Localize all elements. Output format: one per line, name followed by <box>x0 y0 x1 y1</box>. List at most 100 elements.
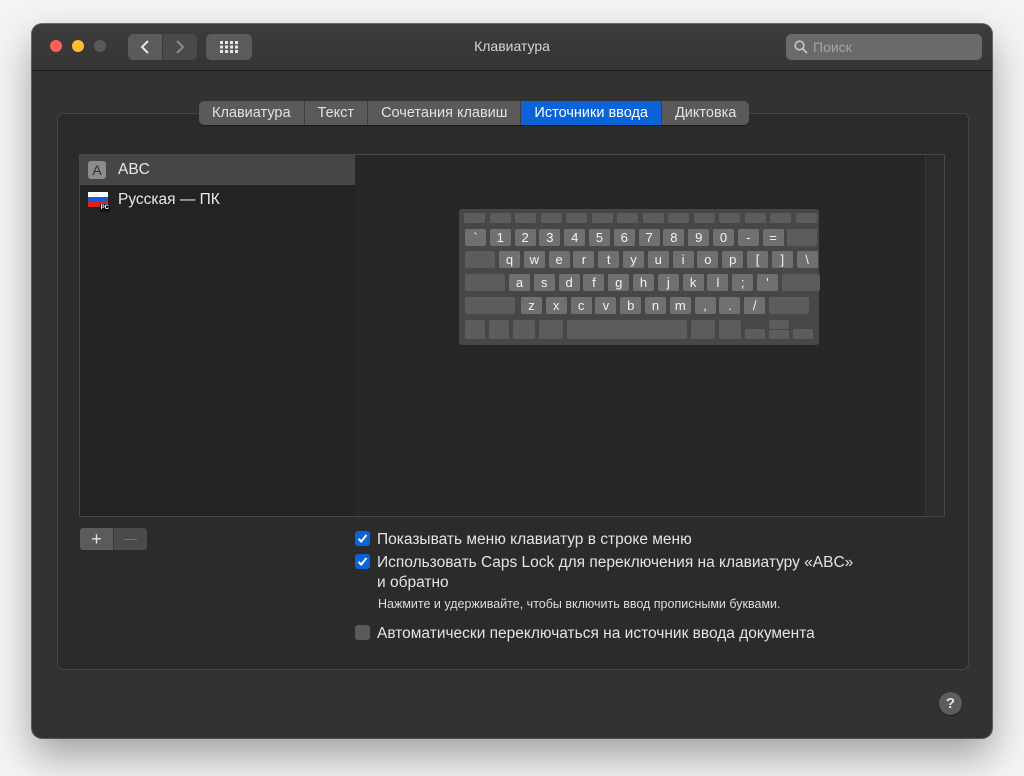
tab-dictation[interactable]: Диктовка <box>662 101 749 125</box>
remove-source-button[interactable]: — <box>114 528 147 550</box>
keyboard-blank-key <box>719 213 740 223</box>
list-item-russian[interactable]: PC Русская — ПК <box>80 185 356 215</box>
keyboard-key: c <box>570 297 592 314</box>
keyboard-blank-key <box>489 320 509 339</box>
keyboard-blank-key <box>769 320 789 329</box>
add-source-button[interactable]: + <box>80 528 114 550</box>
keyboard-blank-key <box>591 213 613 223</box>
search-placeholder: Поиск <box>813 39 852 55</box>
keyboard-key: 7 <box>638 229 660 246</box>
keyboard-key: s <box>533 274 555 291</box>
pc-badge: PC <box>99 204 110 212</box>
plus-icon: + <box>91 529 102 549</box>
search-field[interactable]: Поиск <box>786 34 982 60</box>
keyboard-key: \ <box>796 251 818 268</box>
keyboard-key: k <box>682 274 704 291</box>
caps-lock-label-line1: Использовать Caps Lock для переключения … <box>377 554 854 571</box>
keyboard-key: t <box>598 251 620 268</box>
keyboard-key: l <box>707 274 729 291</box>
search-icon <box>794 40 808 54</box>
keyboard-blank-key <box>793 329 813 339</box>
option-show-menu[interactable]: Показывать меню клавиатур в строке меню <box>355 530 692 550</box>
add-remove-control: + — <box>80 528 147 550</box>
keyboard-key: 9 <box>688 229 710 246</box>
keyboard-blank-key <box>465 274 505 291</box>
tab-input-sources[interactable]: Источники ввода <box>521 101 662 125</box>
keyboard-blank-key <box>489 213 511 223</box>
option-caps-lock[interactable]: Использовать Caps Lock для переключения … <box>355 553 853 593</box>
option-auto-switch[interactable]: Автоматически переключаться на источник … <box>355 624 815 644</box>
keyboard-blank-key <box>567 320 687 339</box>
keyboard-key: ` <box>465 229 486 246</box>
list-item-abc[interactable]: A ABC <box>80 155 356 185</box>
keyboard-key: w <box>523 251 545 268</box>
keyboard-key: x <box>545 297 567 314</box>
auto-switch-checkbox[interactable] <box>355 625 370 640</box>
keyboard-blank-key <box>781 274 820 291</box>
keyboard-key: a <box>509 274 530 291</box>
keyboard-key: z <box>521 297 542 314</box>
keyboard-key: m <box>669 297 691 314</box>
caps-lock-checkbox[interactable] <box>355 554 370 569</box>
keyboard-key: . <box>719 297 741 314</box>
list-item-label: ABC <box>118 161 150 178</box>
keyboard-key: y <box>623 251 644 268</box>
keyboard-blank-key <box>787 229 818 246</box>
keyboard-blank-key <box>540 213 562 223</box>
keyboard-blank-key <box>515 213 536 223</box>
list-item-label: Русская — ПК <box>118 191 220 208</box>
keyboard-key: 3 <box>539 229 561 246</box>
keyboard-preview-panel: ` 1 2 3 4 5 6 7 8 9 0- = q w e r t y u i o p[] \ a s d f g h j k l; ' z x c… <box>355 154 945 517</box>
keyboard-key: d <box>558 274 580 291</box>
keyboard-key: q <box>499 251 520 268</box>
checkmark-icon <box>357 534 368 543</box>
keyboard-key: v <box>595 297 617 314</box>
auto-switch-label: Автоматически переключаться на источник … <box>377 625 815 642</box>
keyboard-key: ; <box>732 274 754 291</box>
keyboard-preview: ` 1 2 3 4 5 6 7 8 9 0- = q w e r t y u i o p[] \ a s d f g h j k l; ' z x c… <box>459 209 820 345</box>
keyboard-blank-key <box>539 320 563 339</box>
preview-scrollbar[interactable] <box>925 155 944 516</box>
keyboard-blank-key <box>464 213 485 223</box>
tab-text[interactable]: Текст <box>305 101 369 125</box>
keyboard-blank-key <box>465 251 495 268</box>
keyboard-key: r <box>573 251 595 268</box>
russian-flag-icon: PC <box>88 192 110 212</box>
letter-a-icon: A <box>88 161 106 179</box>
keyboard-key: ' <box>757 274 778 291</box>
preferences-window: Клавиатура Поиск Клавиатура Текст Сочета… <box>32 24 992 738</box>
caps-lock-label: Использовать Caps Lock для переключения … <box>377 553 853 593</box>
keyboard-blank-key <box>770 213 791 223</box>
keyboard-blank-key <box>719 320 741 339</box>
keyboard-key: h <box>633 274 654 291</box>
show-menu-label: Показывать меню клавиатур в строке меню <box>377 531 692 548</box>
keyboard-key: n <box>645 297 666 314</box>
help-button[interactable]: ? <box>939 692 962 715</box>
tab-bar: Клавиатура Текст Сочетания клавиш Источн… <box>199 101 750 125</box>
keyboard-blank-key <box>668 213 689 223</box>
keyboard-key: 6 <box>613 229 635 246</box>
keyboard-blank-key <box>693 213 715 223</box>
keyboard-key: / <box>744 297 766 314</box>
title-bar: Клавиатура Поиск <box>32 24 992 71</box>
caps-lock-label-line2: и обратно <box>377 574 449 591</box>
keyboard-key: , <box>694 297 716 314</box>
show-menu-checkbox[interactable] <box>355 531 370 546</box>
keyboard-key: ] <box>771 251 793 268</box>
keyboard-blank-key <box>566 213 587 223</box>
tab-keyboard[interactable]: Клавиатура <box>199 101 305 125</box>
keyboard-blank-key <box>465 320 485 339</box>
keyboard-key: 4 <box>564 229 586 246</box>
keyboard-blank-key <box>744 213 766 223</box>
keyboard-blank-key <box>795 213 817 223</box>
minus-icon: — <box>124 531 137 546</box>
keyboard-blank-key <box>769 297 809 314</box>
keyboard-blank-key <box>642 213 664 223</box>
keyboard-key: i <box>672 251 694 268</box>
tab-shortcuts[interactable]: Сочетания клавиш <box>368 101 522 125</box>
keyboard-blank-key <box>513 320 535 339</box>
caps-lock-hint: Нажмите и удерживайте, чтобы включить вв… <box>378 597 781 611</box>
keyboard-key: j <box>657 274 679 291</box>
keyboard-blank-key <box>465 297 515 314</box>
keyboard-key: p <box>722 251 744 268</box>
